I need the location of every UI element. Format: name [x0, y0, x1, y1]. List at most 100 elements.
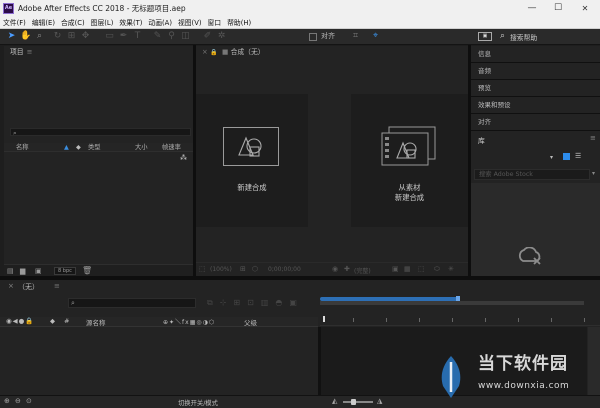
snapshot-icon[interactable]: ◉	[332, 265, 338, 273]
pen-tool-icon[interactable]: ✒	[118, 31, 129, 42]
trash-icon[interactable]: 🗑	[82, 266, 92, 275]
exposure-icon[interactable]: ⬭	[434, 265, 440, 274]
info-panel-tab[interactable]: 信息	[471, 46, 600, 63]
transparency-grid-icon[interactable]: ▦	[404, 265, 411, 273]
reset-exposure-icon[interactable]: ✳	[448, 265, 454, 273]
new-composition-icon[interactable]: ▣	[35, 267, 42, 275]
flowchart-icon[interactable]: ⁂	[180, 154, 187, 162]
snap-target-icon[interactable]: ⌖	[370, 31, 381, 42]
library-dropdown-icon[interactable]: ▾	[550, 154, 553, 161]
menu-help[interactable]: 帮助(H)	[227, 17, 251, 27]
menu-animation[interactable]: 动画(A)	[148, 17, 172, 27]
zoom-dropdown[interactable]: (100%)	[210, 266, 232, 273]
timeline-tab-label[interactable]: （无）	[18, 282, 39, 292]
audio-panel-tab[interactable]: 音频	[471, 63, 600, 80]
preview-always-icon[interactable]: ⬚	[199, 265, 206, 273]
av-features-icon[interactable]: ◉◀●🔒	[6, 317, 34, 325]
search-help-icon[interactable]: ⌕	[497, 31, 508, 42]
lock-icon[interactable]: 🔒	[210, 49, 217, 56]
layer-switches-toggle-icon[interactable]: ⊕	[4, 397, 10, 405]
time-navigator[interactable]	[320, 301, 584, 305]
modes-toggle-icon[interactable]: ⊖	[15, 397, 21, 405]
clone-stamp-tool-icon[interactable]: ⚲	[166, 31, 177, 42]
selection-tool-icon[interactable]: ➤	[6, 31, 17, 42]
sort-icon[interactable]: ▲	[64, 143, 69, 152]
eraser-tool-icon[interactable]: ◫	[180, 31, 191, 42]
library-menu-icon[interactable]: ≡	[590, 134, 596, 142]
column-framerate[interactable]: 帧速率	[162, 143, 181, 152]
zoom-out-icon[interactable]: ◭	[332, 397, 337, 405]
adobe-stock-search-input[interactable]: 搜索 Adobe Stock	[474, 169, 590, 180]
panel-divider-left[interactable]	[193, 45, 196, 277]
grid-view-icon[interactable]	[563, 153, 570, 160]
interpret-footage-icon[interactable]: ▤	[7, 267, 14, 275]
parent-column[interactable]: 父级	[244, 317, 257, 327]
snap-option-icon[interactable]: ⌗	[350, 31, 361, 42]
menu-layer[interactable]: 图层(L)	[91, 17, 114, 27]
panel-divider-right[interactable]	[468, 45, 471, 277]
zoom-in-icon[interactable]: ◮	[377, 397, 382, 405]
layer-list-area[interactable]	[0, 327, 318, 395]
stock-search-dropdown-icon[interactable]: ▾	[592, 170, 595, 177]
mask-visibility-icon[interactable]: ⬡	[252, 265, 258, 273]
close-tab-icon[interactable]: ×	[202, 46, 208, 58]
camera-tool-icon[interactable]: ⊞	[66, 31, 77, 42]
preview-panel-tab[interactable]: 预览	[471, 80, 600, 97]
toggle-switches-modes-button[interactable]: 切换开关/模式	[178, 398, 218, 407]
search-help-input[interactable]: 搜索帮助	[510, 32, 537, 42]
rotate-tool-icon[interactable]: ↻	[52, 31, 63, 42]
ruler-tick	[584, 318, 585, 322]
list-view-icon[interactable]: ☰	[575, 153, 581, 160]
time-ruler[interactable]	[320, 309, 600, 326]
current-time[interactable]: 0;00;00;00	[268, 266, 301, 273]
zoom-slider[interactable]	[343, 401, 373, 403]
workspace-icon[interactable]: ▣	[478, 32, 492, 41]
zoom-slider-thumb[interactable]	[351, 399, 356, 405]
timeline-switches-toolbar[interactable]: ⧉⊹⊞⊡▥◓▣	[207, 298, 304, 308]
roto-brush-tool-icon[interactable]: ✐	[202, 31, 213, 42]
grid-icon[interactable]: ⊞	[240, 265, 246, 273]
column-size[interactable]: 大小	[135, 143, 148, 152]
switches-icon[interactable]: ⊕✦＼fx▦◎◑⬡	[163, 317, 215, 326]
effects-presets-panel-tab[interactable]: 效果和预设	[471, 97, 600, 114]
in-out-toggle-icon[interactable]: ⊙	[26, 397, 32, 405]
color-channel-icon[interactable]: ✚	[344, 265, 350, 273]
hand-tool-icon[interactable]: ✋	[20, 31, 31, 42]
source-name-column[interactable]: 源名称	[86, 317, 106, 327]
timeline-menu-icon[interactable]: ≡	[54, 282, 60, 290]
puppet-pin-tool-icon[interactable]: ✲	[216, 31, 227, 42]
menu-view[interactable]: 视图(V)	[178, 17, 202, 27]
column-name[interactable]: 名称	[16, 143, 29, 152]
close-timeline-icon[interactable]: ×	[8, 282, 14, 290]
3d-view-icon[interactable]: ⬚	[418, 265, 425, 273]
menu-file[interactable]: 文件(F)	[3, 17, 26, 27]
new-folder-icon[interactable]: ▆	[20, 267, 25, 275]
menu-composition[interactable]: 合成(C)	[61, 17, 85, 27]
project-search-input[interactable]: ⌕	[10, 128, 191, 136]
panel-menu-icon[interactable]: ≡	[27, 48, 33, 56]
menu-window[interactable]: 窗口	[208, 17, 222, 27]
label-icon[interactable]: ◆	[50, 317, 55, 325]
zoom-tool-icon[interactable]: ⌕	[34, 31, 45, 42]
align-panel-tab[interactable]: 对齐	[471, 114, 600, 131]
minimize-button[interactable]: —	[519, 0, 545, 16]
text-tool-icon[interactable]: T	[132, 31, 143, 42]
label-tag-icon[interactable]: ◆	[76, 143, 81, 152]
column-type[interactable]: 类型	[88, 143, 101, 152]
bpc-button[interactable]: 8 bpc	[54, 267, 76, 275]
menu-effect[interactable]: 效果(T)	[119, 17, 142, 27]
timeline-search-input[interactable]: ⌕	[68, 298, 196, 308]
roi-icon[interactable]: ▣	[392, 265, 399, 273]
snap-checkbox[interactable]	[309, 33, 317, 41]
rectangle-tool-icon[interactable]: ▭	[104, 31, 115, 42]
timeline-scrollbar[interactable]	[588, 327, 600, 395]
maximize-button[interactable]: ☐	[545, 0, 571, 16]
close-button[interactable]: ✕	[572, 0, 598, 16]
composition-tab[interactable]: ■ 合成（无）	[222, 46, 265, 58]
brush-tool-icon[interactable]: ✎	[152, 31, 163, 42]
menu-edit[interactable]: 编辑(E)	[32, 17, 55, 27]
new-composition-card[interactable]: 新建合成	[196, 94, 308, 227]
new-comp-from-footage-card[interactable]: 从素材 新建合成	[351, 94, 468, 227]
pan-behind-tool-icon[interactable]: ✥	[80, 31, 91, 42]
resolution-dropdown[interactable]: (完整)	[354, 266, 371, 275]
